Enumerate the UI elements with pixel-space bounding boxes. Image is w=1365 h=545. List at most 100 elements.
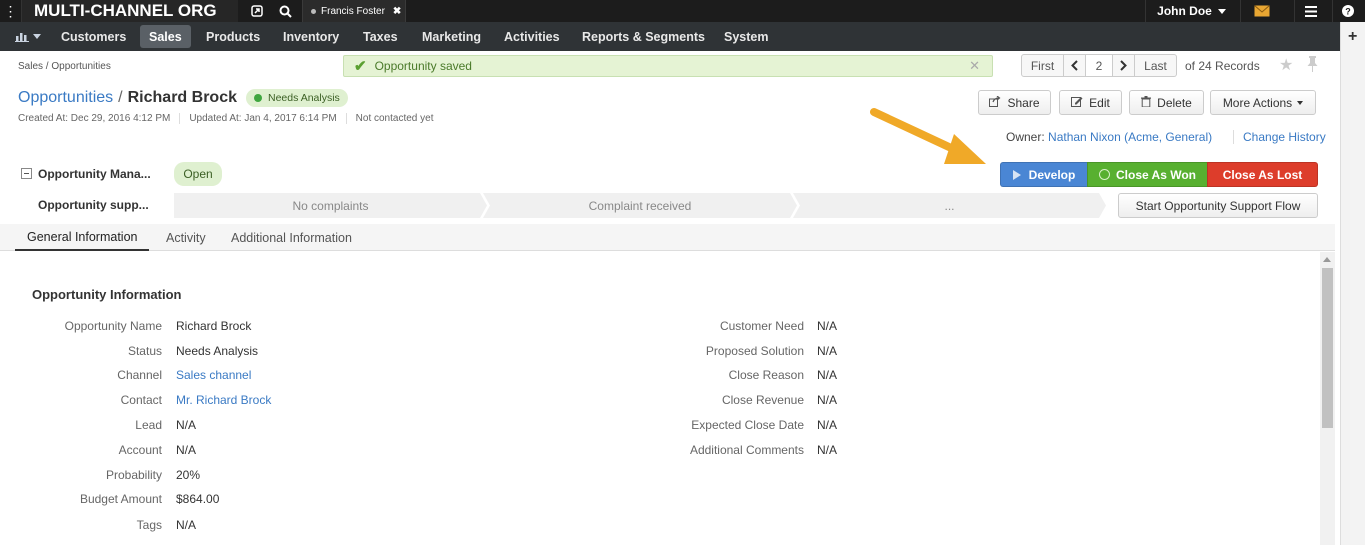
records-count: of 24 Records — [1185, 59, 1260, 73]
field-label: Close Reason — [728, 368, 804, 382]
contact-link[interactable]: Mr. Richard Brock — [176, 393, 271, 407]
annotation-arrow-icon — [870, 108, 986, 164]
nav-item-taxes[interactable]: Taxes — [354, 25, 407, 48]
chevron-down-icon — [33, 34, 41, 39]
user-name: John Doe — [1157, 4, 1212, 18]
trash-icon — [1141, 95, 1152, 110]
search-button[interactable] — [270, 0, 300, 22]
field-label: Tags — [136, 518, 162, 532]
search-icon — [279, 5, 292, 18]
next-page-button[interactable] — [1113, 54, 1135, 77]
share-button-label: Share — [1007, 95, 1040, 110]
org-name[interactable]: MULTI-CHANNEL ORG — [22, 0, 238, 22]
field-value: N/A — [176, 418, 197, 432]
page-number-input[interactable]: 2 — [1086, 54, 1113, 77]
field-value: N/A — [817, 418, 838, 432]
sidebar-rail: + — [1340, 22, 1365, 545]
tab-general-information[interactable]: General Information — [15, 224, 150, 251]
scroll-up-icon[interactable] — [1323, 257, 1331, 262]
more-actions-label: More Actions — [1222, 95, 1293, 110]
start-support-flow-button[interactable]: Start Opportunity Support Flow — [1118, 193, 1318, 218]
delete-button-label: Delete — [1157, 95, 1192, 110]
change-history-link[interactable]: Change History — [1233, 130, 1326, 144]
field-label: Account — [118, 443, 162, 457]
edit-button[interactable]: Edit — [1059, 90, 1122, 115]
entity-link[interactable]: Opportunities — [18, 89, 113, 107]
plus-icon[interactable]: + — [1348, 28, 1357, 46]
close-as-won-button[interactable]: Close As Won — [1087, 162, 1208, 187]
owner-link[interactable]: Nathan Nixon (Acme, General) — [1048, 130, 1212, 144]
field-label: Lead — [135, 418, 162, 432]
field-value: N/A — [176, 443, 197, 457]
field-value: N/A — [817, 319, 838, 333]
field-label: Close Revenue — [721, 393, 804, 407]
close-as-won-label: Close As Won — [1115, 167, 1196, 182]
email-notifications-button[interactable] — [1240, 0, 1282, 22]
field-label: Probability — [105, 468, 162, 482]
user-menu[interactable]: John Doe — [1145, 0, 1237, 22]
pinned-tab[interactable]: Francis Foster ✖ — [302, 0, 406, 22]
edit-icon — [1071, 96, 1083, 110]
support-step: ... — [793, 193, 1106, 218]
record-meta: Created At: Dec 29, 2016 4:12 PM Updated… — [18, 113, 451, 124]
pin-icon[interactable] — [1307, 56, 1318, 75]
flash-message-text: Opportunity saved — [374, 59, 472, 73]
delete-button[interactable]: Delete — [1129, 90, 1204, 115]
app-menu-button[interactable]: ⋮ — [0, 0, 22, 22]
field-label: Customer Need — [719, 319, 804, 333]
chevron-down-icon — [1217, 8, 1226, 14]
first-page-button[interactable]: First — [1021, 54, 1064, 77]
help-icon: ? — [1341, 5, 1354, 17]
record-name: Richard Brock — [127, 89, 237, 106]
develop-button[interactable]: Develop — [1000, 162, 1088, 187]
more-actions-button[interactable]: More Actions — [1210, 90, 1316, 115]
channel-link[interactable]: Sales channel — [176, 368, 251, 382]
field-value: Richard Brock — [176, 319, 252, 333]
page-title: Opportunities / Richard Brock Needs Anal… — [18, 89, 348, 107]
dashboard-menu-button[interactable] — [6, 25, 50, 48]
help-button[interactable]: ? — [1332, 0, 1362, 22]
tab-bar: General Information Activity Additional … — [0, 224, 1335, 251]
close-icon[interactable]: ✕ — [969, 58, 980, 74]
nav-item-system[interactable]: System — [715, 25, 777, 48]
nav-item-activities[interactable]: Activities — [495, 25, 569, 48]
tab-activity[interactable]: Activity — [154, 224, 218, 251]
field-value: Needs Analysis — [176, 344, 259, 358]
pinned-tab-dot-icon — [311, 8, 316, 14]
shortcuts-menu-button[interactable] — [1294, 0, 1326, 22]
scrollbar-thumb[interactable] — [1322, 268, 1333, 428]
field-label: Contact — [120, 393, 162, 407]
field-label: Budget Amount — [79, 492, 162, 506]
status-dot-icon — [254, 94, 262, 102]
checkmark-icon: ✔ — [354, 58, 367, 75]
previous-page-button[interactable] — [1064, 54, 1086, 77]
support-step: No complaints — [174, 193, 487, 218]
close-icon[interactable]: ✖ — [393, 6, 401, 17]
field-value: N/A — [176, 518, 197, 532]
nav-item-products[interactable]: Products — [197, 25, 269, 48]
nav-item-inventory[interactable]: Inventory — [274, 25, 348, 48]
field-label: Opportunity Name — [64, 319, 162, 333]
top-bar: ⋮ MULTI-CHANNEL ORG Francis Foster ✖ Joh… — [0, 0, 1365, 22]
envelope-icon — [1253, 5, 1270, 17]
tab-additional-information[interactable]: Additional Information — [219, 224, 364, 251]
close-as-lost-button[interactable]: Close As Lost — [1207, 162, 1318, 187]
field-value: N/A — [817, 393, 838, 407]
vertical-dots-icon: ⋮ — [3, 2, 18, 19]
created-at: Created At: Dec 29, 2016 4:12 PM — [18, 113, 181, 124]
external-link-button[interactable] — [244, 0, 270, 22]
svg-text:?: ? — [1345, 7, 1351, 17]
field-value: N/A — [817, 368, 838, 382]
field-label: Expected Close Date — [691, 418, 804, 432]
nav-item-reports-segments[interactable]: Reports & Segments — [573, 25, 714, 48]
main-navigation: Customers Sales Products Inventory Taxes… — [0, 22, 1340, 51]
chevron-left-icon — [1071, 60, 1078, 71]
nav-item-marketing[interactable]: Marketing — [413, 25, 490, 48]
workflow-step-open: Open — [174, 162, 222, 186]
star-icon[interactable]: ★ — [1279, 55, 1293, 75]
nav-item-sales[interactable]: Sales — [140, 25, 191, 48]
last-page-button[interactable]: Last — [1135, 54, 1177, 77]
nav-item-customers[interactable]: Customers — [52, 25, 135, 48]
field-label: Proposed Solution — [705, 344, 804, 358]
workflow-collapse-toggle[interactable] — [21, 168, 32, 179]
